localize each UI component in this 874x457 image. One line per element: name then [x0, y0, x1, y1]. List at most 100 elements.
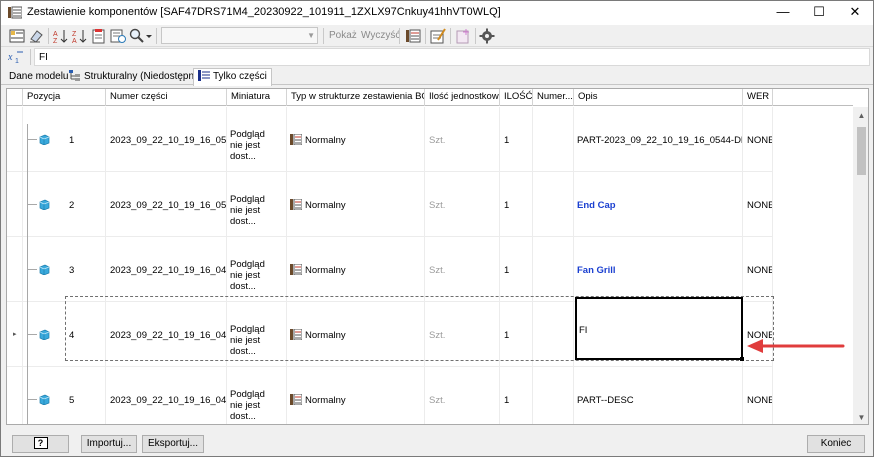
table-row[interactable]: 2 2023_09_22_10_19_16_0513 Podgląd nie jest…	[7, 172, 773, 237]
normal-structure-icon	[290, 329, 302, 340]
tab-label: Dane modelu	[9, 71, 69, 82]
row-selector[interactable]	[7, 107, 23, 172]
table-row[interactable]: 1 2023_09_22_10_19_16_0544 Podgląd nie jest…	[7, 107, 773, 172]
row-selector[interactable]: ▸	[7, 302, 23, 367]
update-mass-icon[interactable]	[110, 28, 126, 44]
column-header-part-number[interactable]: Numer części	[106, 89, 227, 106]
minimize-button[interactable]: —	[765, 1, 801, 25]
sort-ascending-icon[interactable]: A Z	[53, 28, 69, 44]
column-header-number[interactable]: Numer...	[533, 89, 574, 106]
row-selector[interactable]	[7, 367, 23, 424]
column-header-qty[interactable]: ILOŚĆ	[500, 89, 533, 106]
column-header-bom-structure[interactable]: Typ w strukturze zestawienia BOM	[287, 89, 425, 106]
bom-view-icon[interactable]	[9, 28, 25, 44]
import-button[interactable]: Importuj...	[81, 435, 137, 453]
scrollbar-thumb[interactable]	[857, 127, 866, 175]
tab-structured[interactable]: Strukturalny (Niedostępny)	[64, 68, 207, 85]
formula-bar: x 1 FI	[1, 48, 873, 66]
add-item-icon[interactable]	[455, 28, 471, 44]
cell-bom-structure[interactable]: Normalny	[287, 107, 425, 172]
cell-part-number[interactable]: 2023_09_22_10_19_16_0482	[106, 237, 227, 302]
cell-revision[interactable]: NONE	[743, 367, 773, 424]
fill-handle[interactable]	[740, 357, 744, 361]
cell-unit-qty[interactable]: Szt.	[425, 302, 500, 367]
edit-bom-icon[interactable]	[430, 28, 446, 44]
cell-thumbnail[interactable]: Podgląd nie jest dost...	[227, 107, 287, 172]
cell-qty[interactable]: 1	[500, 107, 533, 172]
cell-description[interactable]: PART-2023_09_22_10_19_16_0544-DESC	[574, 107, 743, 172]
export-table-icon[interactable]	[91, 28, 107, 44]
column-header-unit-qty[interactable]: Ilość jednostkowa	[425, 89, 500, 106]
cell-position[interactable]: 5	[23, 367, 106, 424]
cell-thumbnail[interactable]: Podgląd nie jest dost...	[227, 302, 287, 367]
clear-button[interactable]: Wyczyść	[361, 30, 400, 41]
cell-number[interactable]	[533, 172, 574, 237]
column-header-thumbnail[interactable]: Miniatura	[227, 89, 287, 106]
row-selector[interactable]	[7, 172, 23, 237]
tree-connector	[27, 334, 37, 335]
cell-revision[interactable]: NONE	[743, 107, 773, 172]
cell-bom-structure[interactable]: Normalny	[287, 367, 425, 424]
cell-bom-structure[interactable]: Normalny	[287, 172, 425, 237]
toolbar-separator	[156, 28, 157, 44]
thumbnail-text-line1: Podgląd	[230, 259, 265, 270]
cell-unit-qty[interactable]: Szt.	[425, 237, 500, 302]
show-button[interactable]: Pokaż	[329, 30, 357, 41]
position-value: 1	[69, 135, 75, 146]
cell-part-number[interactable]: 2023_09_22_10_19_16_0451	[106, 302, 227, 367]
find-dropdown-icon[interactable]	[129, 28, 153, 44]
done-button[interactable]: Koniec	[807, 435, 865, 453]
cell-qty[interactable]: 1	[500, 172, 533, 237]
column-header-position[interactable]: Pozycja	[23, 89, 106, 106]
eraser-icon[interactable]	[28, 28, 44, 44]
help-button[interactable]: ?	[12, 435, 69, 453]
part-value: 2023_09_22_10_19_16_0482	[110, 265, 227, 276]
cell-description[interactable]: End Cap	[574, 172, 743, 237]
cell-unit-qty[interactable]: Szt.	[425, 172, 500, 237]
cell-description[interactable]: PART--DESC	[574, 367, 743, 424]
part-cube-icon	[39, 199, 50, 210]
cell-qty[interactable]: 1	[500, 302, 533, 367]
column-header-description[interactable]: Opis	[574, 89, 743, 106]
cell-bom-structure[interactable]: Normalny	[287, 302, 425, 367]
export-button[interactable]: Eksportuj...	[142, 435, 204, 453]
cell-bom-structure[interactable]: Normalny	[287, 237, 425, 302]
cell-unit-qty[interactable]: Szt.	[425, 107, 500, 172]
formula-input[interactable]: FI	[34, 48, 870, 66]
sort-descending-icon[interactable]: Z A	[72, 28, 88, 44]
cell-thumbnail[interactable]: Podgląd nie jest dost...	[227, 367, 287, 424]
scroll-down-arrow-icon[interactable]: ▼	[853, 409, 868, 424]
cell-unit-qty[interactable]: Szt.	[425, 367, 500, 424]
vertical-scrollbar[interactable]: ▲ ▼	[853, 107, 868, 424]
cell-part-number[interactable]: 2023_09_22_10_19_16_0419	[106, 367, 227, 424]
expression-icon[interactable]: x 1	[8, 50, 24, 64]
cell-number[interactable]	[533, 237, 574, 302]
column-header-revision[interactable]: WER	[743, 89, 773, 106]
cell-qty[interactable]: 1	[500, 237, 533, 302]
table-row[interactable]: 3 2023_09_22_10_19_16_0482 Podgląd nie jest…	[7, 237, 773, 302]
tab-parts-only[interactable]: Tylko części	[193, 68, 272, 86]
bom-structure-icon[interactable]	[405, 28, 421, 44]
cell-revision[interactable]: NONE	[743, 237, 773, 302]
unit-value: Szt.	[429, 135, 446, 146]
cell-description[interactable]: Fan Grill	[574, 237, 743, 302]
cell-thumbnail[interactable]: Podgląd nie jest dost...	[227, 172, 287, 237]
part-cube-icon	[39, 264, 50, 275]
cell-revision[interactable]: NONE	[743, 172, 773, 237]
close-button[interactable]: ✕	[837, 1, 873, 25]
active-description-cell[interactable]: FI	[575, 297, 744, 361]
cell-thumbnail[interactable]: Podgląd nie jest dost...	[227, 237, 287, 302]
cell-number[interactable]	[533, 302, 574, 367]
scroll-up-arrow-icon[interactable]: ▲	[853, 107, 868, 124]
cell-part-number[interactable]: 2023_09_22_10_19_16_0544	[106, 107, 227, 172]
filter-combo[interactable]: ▼	[161, 27, 318, 44]
cell-part-number[interactable]: 2023_09_22_10_19_16_0513	[106, 172, 227, 237]
cell-number[interactable]	[533, 367, 574, 424]
table-row[interactable]: 5 2023_09_22_10_19_16_0419 Podgląd nie jest…	[7, 367, 773, 424]
qty-value: 1	[504, 265, 510, 276]
row-selector[interactable]	[7, 237, 23, 302]
gear-icon[interactable]	[479, 28, 495, 44]
cell-number[interactable]	[533, 107, 574, 172]
cell-qty[interactable]: 1	[500, 367, 533, 424]
maximize-button[interactable]: ☐	[801, 1, 837, 25]
